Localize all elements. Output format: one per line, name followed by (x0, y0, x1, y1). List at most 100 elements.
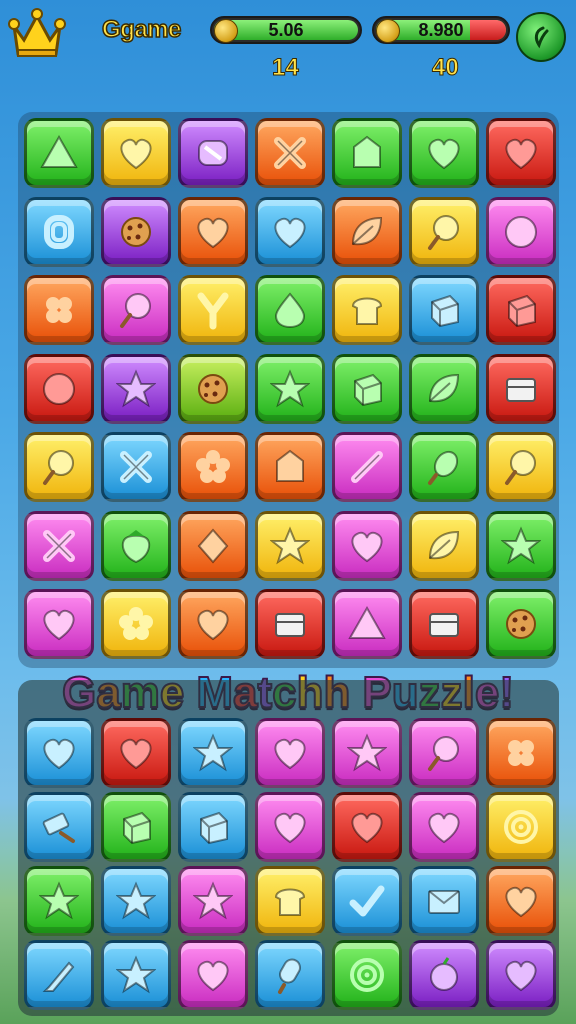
candy-tile[interactable] (486, 118, 556, 188)
candy-tile[interactable] (178, 118, 248, 188)
candy-tile[interactable] (24, 275, 94, 345)
candy-lower-tile[interactable] (178, 940, 248, 1010)
candy-tile[interactable] (101, 510, 171, 581)
candy-lower-tile[interactable] (178, 866, 248, 936)
candy-lower-tile[interactable] (255, 718, 325, 788)
leaf-icon (428, 373, 460, 402)
score-count: 40 (432, 54, 460, 82)
candy-tile[interactable] (24, 353, 94, 424)
candy-lower-tile[interactable] (486, 866, 556, 936)
candy-tile[interactable] (255, 118, 325, 188)
lollipop-icon (428, 214, 459, 250)
candy-tile[interactable] (332, 432, 402, 502)
candy-lower-tile[interactable] (178, 718, 248, 788)
candy-tile[interactable] (409, 118, 479, 188)
settings-button[interactable] (516, 12, 566, 62)
candy-tile[interactable] (101, 589, 171, 659)
candy-tile[interactable] (409, 275, 479, 345)
candy-tile[interactable] (332, 118, 402, 188)
candy-tile[interactable] (486, 510, 556, 581)
candy-lower-tile[interactable] (255, 866, 325, 936)
candy-lower-tile[interactable] (24, 792, 94, 862)
candy-tile[interactable] (101, 275, 171, 345)
candy-lower-tile[interactable] (332, 792, 402, 862)
circle-icon (505, 215, 537, 248)
candy-tile[interactable] (332, 353, 402, 424)
candy-lower-tile[interactable] (486, 940, 556, 1010)
candy-tile[interactable] (255, 432, 325, 502)
candy-lower-tile[interactable] (24, 866, 94, 936)
heart-icon (197, 960, 229, 992)
candy-tile[interactable] (101, 196, 171, 267)
candy-tile[interactable] (409, 432, 479, 502)
crown-icon[interactable] (8, 6, 66, 62)
heart-icon (43, 738, 75, 770)
clover-icon (46, 297, 72, 323)
candy-tile[interactable] (178, 510, 248, 581)
candy-tile[interactable] (101, 432, 171, 502)
candy-tile[interactable] (486, 432, 556, 502)
candy-tile[interactable] (255, 510, 325, 581)
candy-lower-tile[interactable] (101, 718, 171, 788)
candy-lower-tile[interactable] (409, 718, 479, 788)
candy-tile[interactable] (409, 589, 479, 659)
heart-icon (505, 138, 537, 170)
candy-tile[interactable] (101, 353, 171, 424)
candy-tile[interactable] (24, 510, 94, 581)
candy-lower-tile[interactable] (101, 940, 171, 1010)
candy-tile[interactable] (24, 196, 94, 267)
candy-lower-tile[interactable] (486, 792, 556, 862)
candy-lower-tile[interactable] (409, 866, 479, 936)
clip-icon (44, 214, 74, 249)
candy-tile[interactable] (255, 196, 325, 267)
candy-tile[interactable] (178, 353, 248, 424)
candy-tile[interactable] (409, 196, 479, 267)
candy-tile[interactable] (255, 353, 325, 424)
candy-tile[interactable] (178, 196, 248, 267)
candy-lower-tile[interactable] (255, 792, 325, 862)
heart-icon (505, 960, 537, 992)
candy-lower-tile[interactable] (332, 940, 402, 1010)
star-icon (193, 881, 233, 920)
box-icon (506, 377, 536, 402)
candy-tile[interactable] (255, 275, 325, 345)
candy-tile[interactable] (409, 353, 479, 424)
candy-lower-tile[interactable] (486, 718, 556, 788)
candy-tile[interactable] (332, 510, 402, 581)
candy-tile[interactable] (101, 118, 171, 188)
candy-tile[interactable] (486, 196, 556, 267)
cookie-icon (198, 373, 228, 404)
candy-tile[interactable] (24, 432, 94, 502)
lollipop-icon (43, 450, 74, 485)
cube-icon (354, 373, 382, 406)
leaf-icon (428, 530, 460, 559)
top-bar: Ggame 5.06 8.980 14 40 (0, 0, 576, 100)
candy-tile[interactable] (24, 118, 94, 188)
candy-lower-tile[interactable] (409, 940, 479, 1010)
candy-lower-tile[interactable] (24, 718, 94, 788)
candy-lower-tile[interactable] (178, 792, 248, 862)
candy-lower-tile[interactable] (332, 718, 402, 788)
candy-tile[interactable] (486, 353, 556, 424)
cross-icon (43, 529, 75, 562)
candy-tile[interactable] (409, 510, 479, 581)
candy-tile[interactable] (332, 589, 402, 659)
candy-tile[interactable] (486, 275, 556, 345)
candy-lower-tile[interactable] (24, 940, 94, 1010)
candy-lower-tile[interactable] (409, 792, 479, 862)
candy-tile[interactable] (332, 196, 402, 267)
heart-icon (428, 138, 460, 170)
candy-lower-tile[interactable] (255, 940, 325, 1010)
candy-tile[interactable] (178, 432, 248, 502)
candy-tile[interactable] (178, 589, 248, 659)
candy-tile[interactable] (178, 275, 248, 345)
candy-tile[interactable] (24, 589, 94, 659)
candy-lower-tile[interactable] (101, 792, 171, 862)
candy-lower-tile[interactable] (332, 866, 402, 936)
candy-tile[interactable] (332, 275, 402, 345)
candy-tile[interactable] (486, 589, 556, 659)
candy-lower-tile[interactable] (101, 866, 171, 936)
star-icon (193, 733, 233, 772)
candy-tile[interactable] (255, 589, 325, 659)
heart-icon (351, 531, 383, 562)
